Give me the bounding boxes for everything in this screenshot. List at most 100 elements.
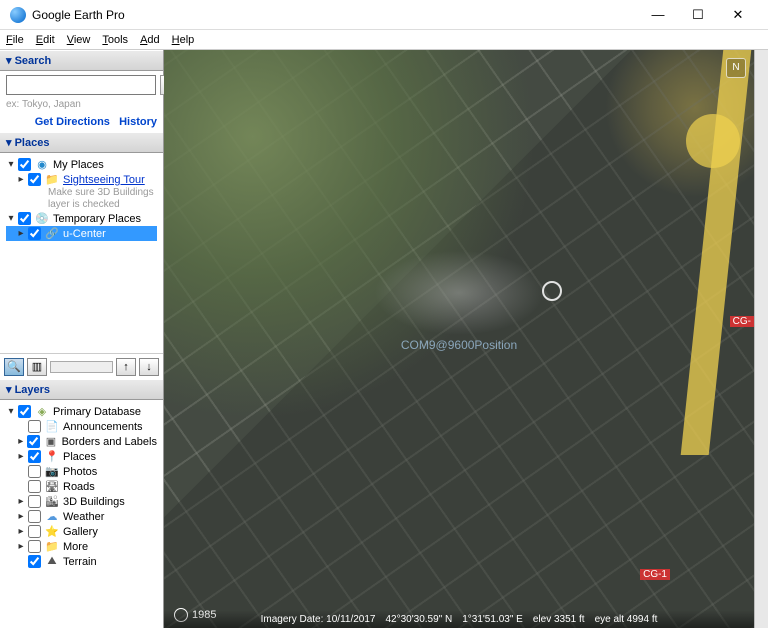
layers-tree: ▾ ◈Primary Database📄Announcements▸▣Border… xyxy=(6,404,157,569)
menu-file[interactable]: File xyxy=(6,34,24,46)
tree-row[interactable]: ▸📁Sightseeing Tour xyxy=(6,172,157,187)
opacity-slider[interactable] xyxy=(50,361,113,373)
map-viewport[interactable]: N COM9@9600Position CG-1 CG- 1985 Imager… xyxy=(164,50,754,628)
roundabout-overlay xyxy=(686,114,740,168)
menu-bar: File Edit View Tools Add Help xyxy=(0,30,768,50)
places-panel-header[interactable]: Places xyxy=(0,132,163,153)
link-icon: 🔗 xyxy=(45,227,59,241)
expand-icon[interactable]: ▸ xyxy=(16,436,25,447)
tree-row[interactable]: ▸🏙3D Buildings xyxy=(6,494,157,509)
tree-label: Roads xyxy=(61,481,95,493)
tree-row[interactable]: 📷Photos xyxy=(6,464,157,479)
tree-label: u-Center xyxy=(61,228,106,240)
tree-label: Primary Database xyxy=(51,406,141,418)
tree-row[interactable]: 🛣Roads xyxy=(6,479,157,494)
globe-icon: ◉ xyxy=(35,158,49,172)
tree-label: Gallery xyxy=(61,526,98,538)
tree-row[interactable]: ▾◉My Places xyxy=(6,157,157,172)
status-bar: Imagery Date: 10/11/2017 42°30'30.59" N … xyxy=(164,610,754,628)
checkbox[interactable] xyxy=(18,158,31,171)
expand-icon[interactable]: ▸ xyxy=(16,526,26,537)
expand-icon[interactable]: ▸ xyxy=(16,496,26,507)
more-icon: 📁 xyxy=(45,540,59,554)
db-icon: ◈ xyxy=(35,405,49,419)
tree-label: Temporary Places xyxy=(51,213,141,225)
title-bar: Google Earth Pro — ☐ ✕ xyxy=(0,0,768,30)
expand-icon[interactable]: ▸ xyxy=(16,541,26,552)
checkbox[interactable] xyxy=(28,540,41,553)
checkbox[interactable] xyxy=(27,435,40,448)
tree-label: Terrain xyxy=(61,556,97,568)
move-up-button[interactable]: ↑ xyxy=(116,358,136,376)
search-toggle-button[interactable]: 🔍 xyxy=(4,358,24,376)
tree-hint: layer is checked xyxy=(6,199,157,211)
checkbox[interactable] xyxy=(18,405,31,418)
tree-row[interactable]: 📄Announcements xyxy=(6,419,157,434)
checkbox[interactable] xyxy=(28,510,41,523)
close-button[interactable]: ✕ xyxy=(718,1,758,29)
tree-row[interactable]: ▸ ⭐Gallery xyxy=(6,524,157,539)
search-input[interactable] xyxy=(6,75,156,95)
menu-edit[interactable]: Edit xyxy=(36,34,55,46)
opacity-slider-zone: 🔍 ▥ ↑ ↓ xyxy=(0,353,163,379)
places-tree: ▾◉My Places ▸📁Sightseeing Tour Make sure… xyxy=(6,157,157,241)
status-eye-alt: eye alt 4994 ft xyxy=(595,614,658,625)
status-longitude: 1°31'51.03" E xyxy=(462,614,523,625)
star-icon: ⭐ xyxy=(45,525,59,539)
weather-icon: ☁ xyxy=(45,510,59,524)
tree-label: Weather xyxy=(61,511,104,523)
panel-button[interactable]: ▥ xyxy=(27,358,47,376)
checkbox[interactable] xyxy=(28,420,41,433)
search-example: ex: Tokyo, Japan xyxy=(6,99,157,110)
checkbox[interactable] xyxy=(28,495,41,508)
tree-row[interactable]: ▸🔗u-Center xyxy=(6,226,157,241)
tree-row[interactable]: ▾💿Temporary Places xyxy=(6,211,157,226)
road-icon: 🛣 xyxy=(45,480,59,494)
checkbox[interactable] xyxy=(28,525,41,538)
tree-label: Borders and Labels xyxy=(60,436,157,448)
photo-icon: 📷 xyxy=(45,465,59,479)
checkbox[interactable] xyxy=(28,555,41,568)
menu-add[interactable]: Add xyxy=(140,34,160,46)
menu-tools[interactable]: Tools xyxy=(102,34,128,46)
scrollbar[interactable] xyxy=(754,50,768,628)
expand-icon[interactable]: ▾ xyxy=(6,406,16,417)
expand-icon[interactable]: ▸ xyxy=(16,511,26,522)
layers-panel-header[interactable]: Layers xyxy=(0,379,163,400)
tree-row[interactable]: ▸▣Borders and Labels xyxy=(6,434,157,449)
minimize-button[interactable]: — xyxy=(638,1,678,29)
checkbox[interactable] xyxy=(28,450,41,463)
maximize-button[interactable]: ☐ xyxy=(678,1,718,29)
tree-row[interactable]: ▾ ◈Primary Database xyxy=(6,404,157,419)
folder-icon: 📁 xyxy=(45,173,59,187)
tree-label: Announcements xyxy=(61,421,143,433)
disc-icon: 💿 xyxy=(35,212,49,226)
tree-label: Places xyxy=(61,451,96,463)
building-icon: 🏙 xyxy=(45,495,59,509)
sidebar: Search Search ex: Tokyo, Japan Get Direc… xyxy=(0,50,164,628)
expand-icon[interactable]: ▸ xyxy=(16,451,26,462)
compass-icon[interactable]: N xyxy=(726,58,746,78)
tree-row[interactable]: ▸📍Places xyxy=(6,449,157,464)
menu-help[interactable]: Help xyxy=(172,34,195,46)
get-directions-link[interactable]: Get Directions xyxy=(35,116,110,128)
tree-row[interactable]: ⛰Terrain xyxy=(6,554,157,569)
tree-hint: Make sure 3D Buildings xyxy=(6,187,157,199)
checkbox[interactable] xyxy=(28,465,41,478)
terrain-icon: ⛰ xyxy=(45,555,59,569)
menu-view[interactable]: View xyxy=(67,34,91,46)
status-elevation: elev 3351 ft xyxy=(533,614,585,625)
tree-row[interactable]: ▸ 📁More xyxy=(6,539,157,554)
checkbox[interactable] xyxy=(18,212,31,225)
map-label-cg2: CG- xyxy=(730,316,754,327)
checkbox[interactable] xyxy=(28,480,41,493)
checkbox[interactable] xyxy=(28,173,41,186)
tree-label: More xyxy=(61,541,88,553)
search-panel-header[interactable]: Search xyxy=(0,50,163,71)
move-down-button[interactable]: ↓ xyxy=(139,358,159,376)
history-link[interactable]: History xyxy=(119,116,157,128)
checkbox[interactable] xyxy=(28,227,41,240)
map-marker[interactable] xyxy=(542,281,562,301)
tree-row[interactable]: ▸ ☁Weather xyxy=(6,509,157,524)
tree-label: Sightseeing Tour xyxy=(61,174,145,186)
